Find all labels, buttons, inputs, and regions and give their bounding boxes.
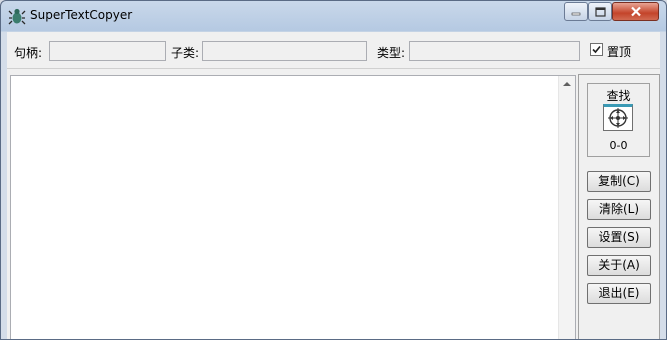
window-title: SuperTextCopyer — [30, 8, 133, 22]
topmost-label[interactable]: 置顶 — [607, 43, 631, 60]
vertical-scrollbar[interactable] — [558, 76, 575, 339]
client-area: 句柄: 子类: 类型: 置顶 查找 0-0 复制(C) 清除(L) 设置(S) … — [7, 32, 660, 339]
handle-label: 句柄: — [14, 46, 43, 60]
app-bug-icon — [8, 8, 26, 25]
info-bar: 句柄: 子类: 类型: 置顶 — [7, 32, 660, 69]
maximize-button[interactable] — [588, 2, 612, 21]
checkmark-icon — [592, 45, 601, 54]
subclass-label: 子类: — [171, 46, 200, 60]
topmost-checkbox[interactable] — [590, 43, 603, 56]
app-window: SuperTextCopyer 句柄: 子类: 类型: 置顶 查找 0-0 复制… — [0, 0, 667, 340]
finder-label: 查找 — [606, 89, 631, 103]
captured-text-area[interactable] — [10, 75, 576, 339]
minimize-button[interactable] — [564, 2, 588, 21]
type-label: 类型: — [377, 46, 406, 60]
crosshair-icon — [608, 108, 628, 128]
copy-button[interactable]: 复制(C) — [587, 171, 651, 192]
subclass-field[interactable] — [202, 41, 367, 61]
settings-button[interactable]: 设置(S) — [587, 227, 651, 248]
about-button[interactable]: 关于(A) — [587, 255, 651, 276]
clear-button[interactable]: 清除(L) — [587, 199, 651, 220]
type-field[interactable] — [409, 41, 580, 61]
cursor-coordinates: 0-0 — [609, 139, 628, 152]
scroll-up-arrow-icon[interactable] — [563, 82, 571, 86]
finder-group: 查找 0-0 — [587, 83, 650, 157]
side-panel: 查找 0-0 复制(C) 清除(L) 设置(S) 关于(A) 退出(E) — [578, 74, 660, 339]
window-finder-tool[interactable] — [603, 104, 633, 131]
exit-button[interactable]: 退出(E) — [587, 283, 651, 304]
handle-field[interactable] — [49, 41, 166, 61]
minimize-icon — [571, 12, 581, 15]
close-icon — [630, 6, 641, 17]
close-button[interactable] — [612, 2, 659, 21]
title-bar[interactable]: SuperTextCopyer — [1, 1, 666, 31]
maximize-icon — [594, 6, 606, 17]
